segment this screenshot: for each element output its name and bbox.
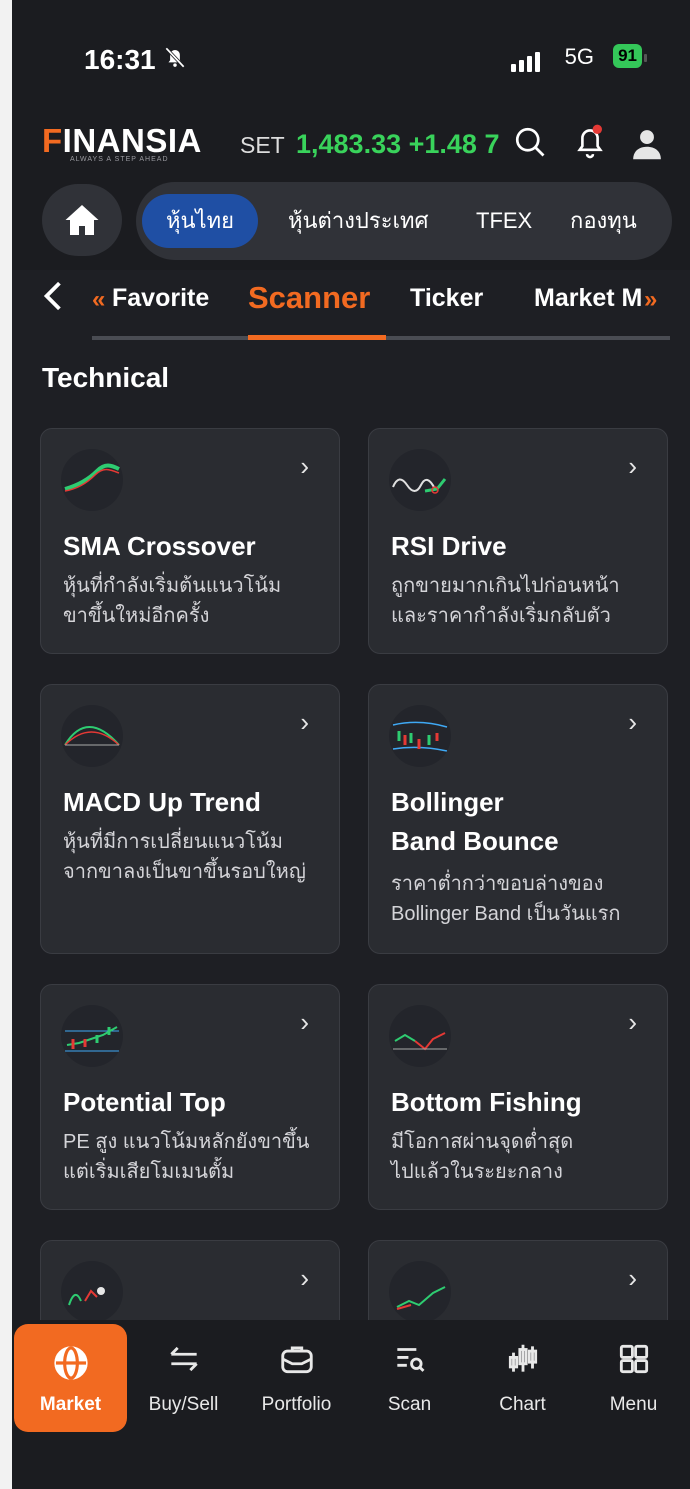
nav-portfolio[interactable]: Portfolio [240,1320,353,1432]
card-title: Bollinger [391,787,504,817]
bottom-fishing-chart-icon [389,1005,451,1067]
potential-top-chart-icon [61,1005,123,1067]
chevron-right-icon: › [628,707,637,737]
chevron-right-icon: › [300,451,309,481]
scanner-card-macd-up-trend[interactable]: › MACD Up Trend หุ้นที่มีการเปลี่ยนแนวโน… [40,684,340,954]
nav-label: Chart [499,1394,546,1415]
card-chart-icon [389,1261,451,1323]
scanner-card-bollinger-band-bounce[interactable]: › Bollinger Band Bounce ราคาต่ำกว่าขอบล่… [368,684,668,954]
tab-scanner[interactable]: Scanner [248,280,370,316]
scroll-right-icon[interactable]: » [644,286,657,314]
nav-chart[interactable]: Chart [466,1320,579,1432]
card-title: Potential Top [63,1087,226,1117]
card-title-line-2: Band Bounce [391,826,559,856]
chevron-right-icon: › [300,1007,309,1037]
chevron-right-icon: › [628,1007,637,1037]
chevron-right-icon: › [628,451,637,481]
nav-label: Portfolio [261,1394,332,1415]
nav-scan[interactable]: Scan [353,1320,466,1432]
bottom-navigation: Market Buy/Sell Portfolio Scan Chart Men… [12,1320,690,1432]
scan-list-icon [353,1340,466,1380]
bell-off-icon [162,44,188,77]
back-chevron-icon[interactable] [42,280,64,320]
scanner-card-sma-crossover[interactable]: › SMA Crossover หุ้นที่กำลังเริ่มต้นแนวโ… [40,428,340,654]
candlestick-icon [466,1340,579,1380]
card-chart-icon [61,1261,123,1323]
battery-icon: 91 [613,44,647,68]
card-title: RSI Drive [391,531,507,561]
nav-buy-sell[interactable]: Buy/Sell [127,1320,240,1432]
nav-label: Menu [609,1394,658,1415]
card-description-2: และราคากำลังเริ่มกลับตัว [391,605,611,627]
market-tabs-row: หุ้นไทย หุ้นต่างประเทศ TFEX กองทุน [12,170,690,270]
tab-market-movers[interactable]: Market M [534,284,646,313]
swap-arrows-icon [127,1340,240,1380]
card-description-2: จากขาลงเป็นขาขึ้นรอบใหญ่ [63,861,306,883]
macd-chart-icon [61,705,123,767]
active-tab-indicator [248,335,386,340]
nav-market[interactable]: Market [14,1324,127,1432]
section-title: Technical [42,362,170,393]
market-tabs: หุ้นไทย หุ้นต่างประเทศ TFEX กองทุน [136,182,672,260]
network-label: 5G [564,44,594,69]
finansia-logo: FINANSIA [42,122,202,159]
card-description-2: Bollinger Band เป็นวันแรก [391,903,621,925]
notification-bell-icon[interactable] [572,122,608,165]
home-icon [65,205,99,235]
index-label: SET [240,132,285,158]
scanner-card-bottom-fishing[interactable]: › Bottom Fishing มีโอกาสผ่านจุดต่ำสุด ไป… [368,984,668,1210]
nav-label: Buy/Sell [148,1394,219,1415]
logo-tagline: ALWAYS A STEP AHEAD [70,156,169,163]
chevron-right-icon: › [300,707,309,737]
card-description-1: ถูกขายมากเกินไปก่อนหน้า [391,575,620,597]
card-description-2: ไปแล้วในระยะกลาง [391,1161,563,1183]
card-title: SMA Crossover [63,531,256,561]
card-description-2: ขาขึ้นใหม่อีกครั้ง [63,605,210,627]
card-description-1: ราคาต่ำกว่าขอบล่างของ [391,873,604,895]
tab-funds[interactable]: กองทุน [570,194,637,248]
status-time: 16:31 [84,44,156,75]
card-title: MACD Up Trend [63,787,261,817]
globe-icon [14,1344,127,1384]
card-description-1: มีโอกาสผ่านจุดต่ำสุด [391,1131,574,1153]
nav-label: Scan [387,1394,432,1415]
index-change: +1.48 [408,129,477,159]
tab-tfex[interactable]: TFEX [476,194,532,248]
scanner-card-potential-top[interactable]: › Potential Top PE สูง แนวโน้มหลักยังขาข… [40,984,340,1210]
nav-label: Market [39,1394,102,1415]
bollinger-chart-icon [389,705,451,767]
home-indicator-area [12,1432,690,1489]
signal-icon [511,52,540,72]
chevron-right-icon: › [628,1263,637,1293]
home-button[interactable] [42,184,122,256]
sma-chart-icon [61,449,123,511]
tab-ticker[interactable]: Ticker [410,284,483,313]
rsi-chart-icon [389,449,451,511]
scroll-left-icon[interactable]: « [92,286,105,314]
app-header: FINANSIA ALWAYS A STEP AHEAD SET 1,483.3… [12,110,690,170]
search-icon[interactable] [512,124,548,165]
briefcase-icon [240,1340,353,1380]
index-ticker[interactable]: 1,483.33 +1.48 7 [296,129,500,160]
tab-foreign-stocks[interactable]: หุ้นต่างประเทศ [288,194,429,248]
tab-thai-stocks[interactable]: หุ้นไทย [142,194,258,248]
card-description-1: หุ้นที่กำลังเริ่มต้นแนวโน้ม [63,575,282,597]
index-value: 1,483.33 [296,129,402,159]
card-description-1: PE สูง แนวโน้มหลักยังขาขึ้น [63,1131,310,1153]
sub-tabs-row: « Favorite Scanner Ticker Market M » [12,270,690,342]
user-avatar-icon[interactable] [630,126,664,167]
nav-menu[interactable]: Menu [577,1320,690,1432]
app-screen: 16:31 5G 91 FINANSIA ALWAYS A STEP AHEAD… [12,0,690,1489]
card-description-2: แต่เริ่มเสียโมเมนตั้ม [63,1161,235,1183]
grid-menu-icon [577,1340,690,1380]
scanner-card-rsi-drive[interactable]: › RSI Drive ถูกขายมากเกินไปก่อนหน้า และร… [368,428,668,654]
index-percent: 7 [484,129,500,159]
card-title: Bottom Fishing [391,1087,582,1117]
card-description-1: หุ้นที่มีการเปลี่ยนแนวโน้ม [63,831,283,853]
status-bar: 16:31 5G 91 [12,0,690,110]
chevron-right-icon: › [300,1263,309,1293]
tab-favorite[interactable]: Favorite [112,284,209,313]
